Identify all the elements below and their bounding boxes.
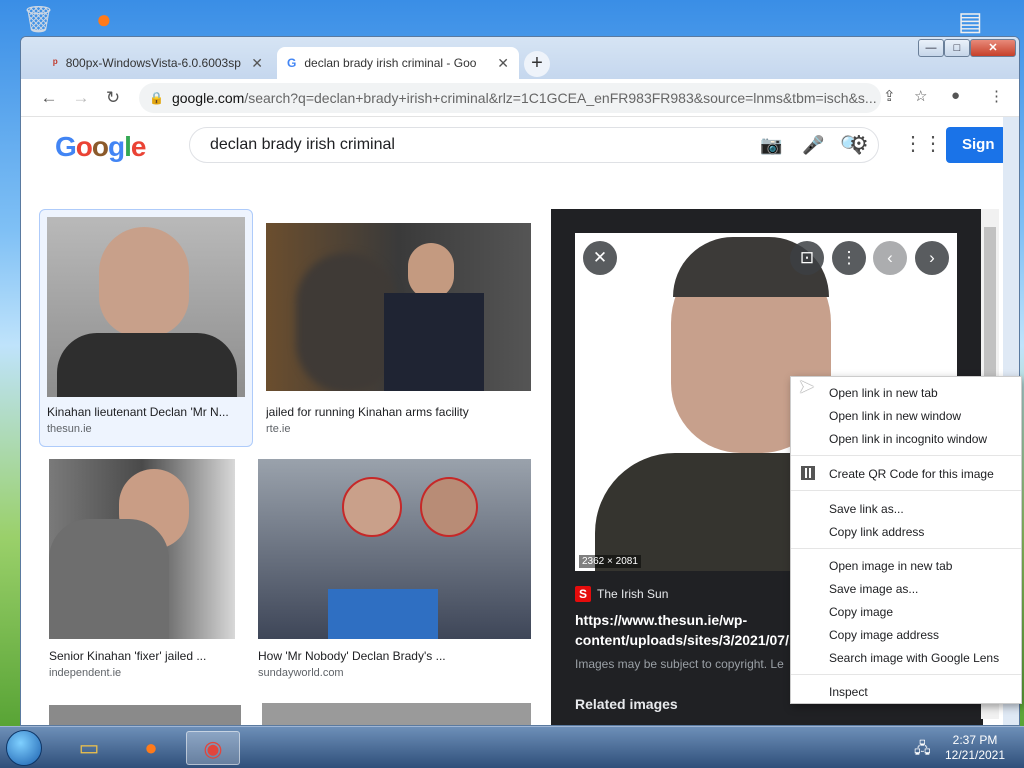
explorer-taskbar-icon[interactable]: ▭ [66, 731, 112, 765]
maximize-button[interactable]: □ [944, 39, 970, 57]
result-card[interactable] [262, 703, 531, 725]
address-bar[interactable]: 🔒 google.com/search?q=declan+brady+irish… [139, 83, 881, 113]
result-source: independent.ie [49, 667, 122, 679]
result-card[interactable]: Senior Kinahan 'fixer' jailed ... indepe… [49, 459, 235, 679]
menu-item-copy-image[interactable]: Copy image [829, 605, 893, 619]
camera-icon[interactable]: 📷 [760, 135, 782, 156]
menu-item-save-image-as[interactable]: Save image as... [829, 582, 918, 596]
result-card[interactable]: jailed for running Kinahan arms facility… [266, 223, 531, 435]
start-button[interactable] [6, 730, 42, 766]
result-source: sundayworld.com [258, 667, 344, 679]
more-options-icon[interactable]: ⋮ [832, 241, 866, 275]
minimize-button[interactable]: — [918, 39, 944, 57]
copyright-notice: Images may be subject to copyright. Le [575, 657, 784, 671]
tab-google-search[interactable]: G declan brady irish criminal - Goo ✕ [277, 47, 519, 79]
url-path: /search?q=declan+brady+irish+criminal&rl… [244, 90, 877, 106]
clock-date: 12/21/2021 [944, 748, 1006, 762]
menu-separator [791, 490, 1021, 491]
google-logo[interactable]: Google [55, 131, 146, 163]
menu-item-inspect[interactable]: Inspect [829, 685, 868, 699]
lock-icon: 🔒 [149, 91, 164, 105]
previous-image-icon[interactable]: ‹ [873, 241, 907, 275]
scrollbar-thumb[interactable] [984, 227, 996, 387]
result-caption: Kinahan lieutenant Declan 'Mr N... [47, 405, 229, 419]
result-image[interactable] [49, 459, 235, 639]
menu-separator [791, 455, 1021, 456]
menu-kebab-icon[interactable]: ⋮ [989, 87, 1004, 105]
close-tab-icon[interactable]: ✕ [497, 55, 509, 72]
search-query: declan brady irish criminal [210, 136, 395, 153]
gear-icon[interactable]: ⚙ [849, 131, 869, 157]
microphone-icon[interactable]: 🎤 [802, 135, 824, 156]
url-host: google.com [171, 90, 245, 106]
result-caption: How 'Mr Nobody' Declan Brady's ... [258, 649, 446, 663]
preview-source[interactable]: S The Irish Sun [575, 586, 668, 602]
image-dimensions: 2362 × 2081 [579, 555, 641, 568]
system-clock[interactable]: 2:37 PM 12/21/2021 [940, 733, 1010, 763]
tab-strip: ᵖ 800px-WindowsVista-6.0.6003sp ✕ G decl… [21, 37, 1019, 79]
result-caption: jailed for running Kinahan arms facility [266, 405, 469, 419]
firefox-taskbar-icon[interactable]: ● [128, 731, 174, 765]
qr-code-icon [801, 466, 815, 480]
close-window-button[interactable]: ✕ [970, 39, 1016, 57]
tab-windows-vista[interactable]: ᵖ 800px-WindowsVista-6.0.6003sp ✕ [43, 47, 273, 79]
context-menu: Open link in new tab Open link in new wi… [790, 376, 1022, 704]
forward-icon[interactable]: → [65, 88, 97, 108]
google-icon: G [287, 56, 297, 70]
chrome-taskbar-icon[interactable]: ◉ [186, 731, 240, 765]
browser-toolbar: ← → ↻ 🔒 google.com/search?q=declan+brady… [21, 79, 1019, 117]
firefox-desktop-icon[interactable]: ● [96, 4, 112, 35]
result-image[interactable] [262, 703, 531, 725]
network-tray-icon[interactable]: 🖧 [914, 738, 931, 763]
result-image[interactable] [49, 705, 241, 725]
menu-item-open-link-new-window[interactable]: Open link in new window [829, 409, 961, 423]
menu-item-save-link-as[interactable]: Save link as... [829, 502, 904, 516]
menu-item-search-google-lens[interactable]: Search image with Google Lens [829, 651, 999, 665]
menu-separator [791, 548, 1021, 549]
menu-item-create-qr-code[interactable]: Create QR Code for this image [829, 467, 994, 481]
source-name: The Irish Sun [597, 587, 669, 601]
pdf-icon: ᵖ [53, 56, 58, 70]
related-images-heading: Related images [575, 696, 678, 712]
sign-in-button[interactable]: Sign in [946, 127, 1003, 189]
new-tab-button[interactable]: + [524, 51, 550, 77]
sun-logo-icon: S [575, 586, 591, 602]
bookmark-star-icon[interactable]: ☆ [914, 87, 927, 105]
menu-item-open-link-new-tab[interactable]: Open link in new tab [829, 386, 938, 400]
result-card[interactable] [49, 705, 241, 725]
menu-item-copy-image-address[interactable]: Copy image address [829, 628, 939, 642]
result-source: thesun.ie [47, 423, 92, 435]
result-card[interactable]: How 'Mr Nobody' Declan Brady's ... sunda… [258, 459, 531, 679]
google-lens-icon[interactable]: ⊡ [790, 241, 824, 275]
result-caption: Senior Kinahan 'fixer' jailed ... [49, 649, 207, 663]
result-image[interactable] [47, 217, 245, 397]
menu-item-open-link-incognito[interactable]: Open link in incognito window [829, 432, 987, 446]
close-preview-button[interactable]: ✕ [583, 241, 617, 275]
reload-icon[interactable]: ↻ [97, 88, 129, 108]
search-input[interactable]: declan brady irish criminal 📷 🎤 🔍 [189, 127, 879, 163]
close-tab-icon[interactable]: ✕ [251, 55, 263, 72]
result-image[interactable] [266, 223, 531, 391]
mouse-cursor-icon: ➤ [798, 376, 815, 398]
document-icon[interactable]: ▤ [958, 6, 983, 37]
recycle-bin-icon[interactable]: 🗑 [22, 4, 55, 35]
result-source: rte.ie [266, 423, 291, 435]
tab-title: declan brady irish criminal - Goo [304, 56, 477, 70]
result-image[interactable] [258, 459, 531, 639]
profile-icon[interactable]: ● [951, 87, 960, 104]
tab-title: 800px-WindowsVista-6.0.6003sp [65, 56, 241, 70]
menu-item-open-image-new-tab[interactable]: Open image in new tab [829, 559, 952, 573]
menu-item-copy-link-address[interactable]: Copy link address [829, 525, 924, 539]
back-icon[interactable]: ← [33, 88, 65, 108]
menu-separator [791, 674, 1021, 675]
next-image-icon[interactable]: › [915, 241, 949, 275]
windows-taskbar: ▭ ● ◉ 🖧 2:37 PM 12/21/2021 [0, 726, 1024, 768]
clock-time: 2:37 PM [952, 733, 998, 747]
result-card[interactable]: Kinahan lieutenant Declan 'Mr N... thesu… [39, 209, 253, 447]
share-icon[interactable]: ⇪ [883, 87, 896, 105]
